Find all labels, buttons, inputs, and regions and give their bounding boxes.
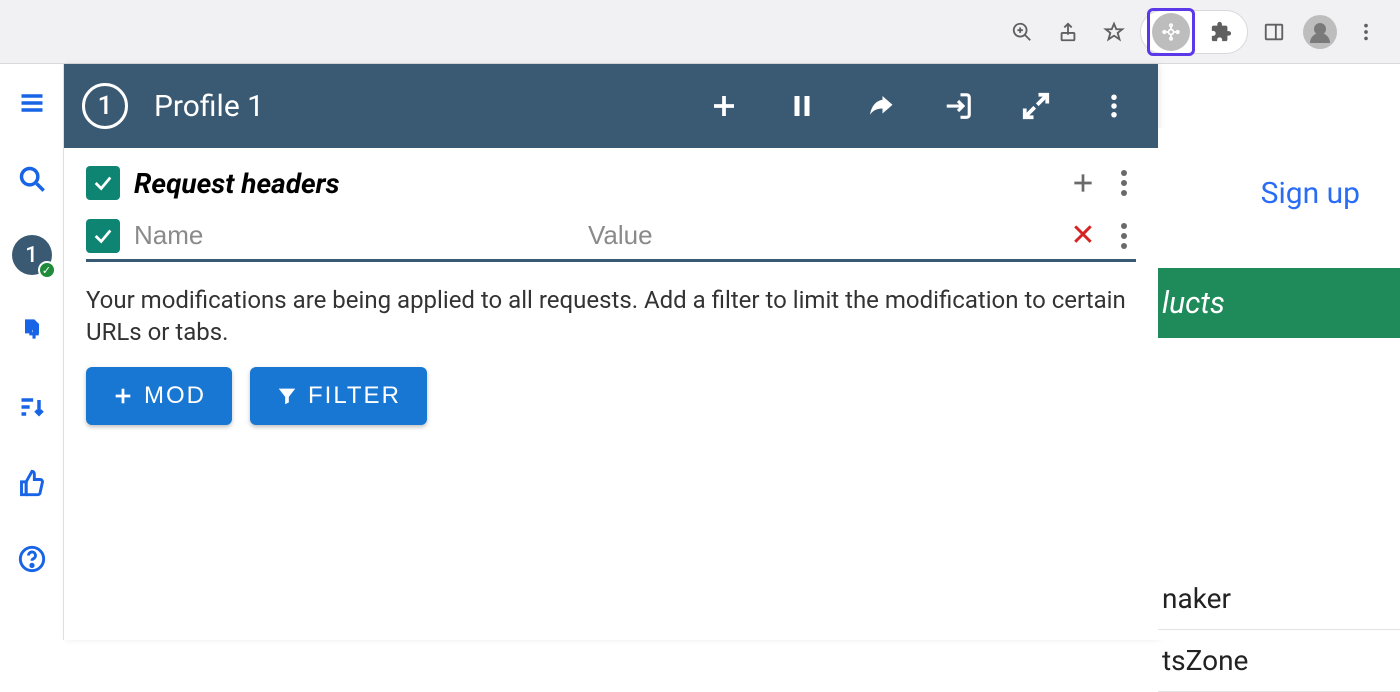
popup-header: 1 Profile 1 bbox=[64, 64, 1158, 148]
row-enable-checkbox[interactable] bbox=[86, 219, 120, 253]
bg-list-item[interactable]: tsZone bbox=[1158, 630, 1400, 692]
section-enable-checkbox[interactable] bbox=[86, 166, 120, 200]
share-arrow-icon[interactable] bbox=[864, 90, 896, 122]
green-banner-text: lucts bbox=[1162, 286, 1225, 321]
background-page: Sign up lucts naker tsZone bbox=[1158, 128, 1400, 640]
share-icon[interactable] bbox=[1048, 12, 1088, 52]
signup-link[interactable]: Sign up bbox=[1261, 176, 1360, 211]
row-more-icon[interactable] bbox=[1112, 223, 1136, 249]
modheader-extension-icon[interactable] bbox=[1152, 13, 1190, 51]
extensions-puzzle-icon[interactable] bbox=[1201, 12, 1241, 52]
plus-icon bbox=[112, 385, 134, 407]
sidebar-profile-number: 1 bbox=[25, 243, 38, 268]
background-list: naker tsZone bbox=[1158, 568, 1400, 692]
section-more-icon[interactable] bbox=[1112, 170, 1136, 196]
sidebar: 1 ✓ bbox=[0, 64, 64, 640]
request-headers-section: Request headers ✕ Your modifications are… bbox=[64, 148, 1158, 425]
header-row: ✕ bbox=[86, 218, 1136, 262]
sidebar-active-profile-badge[interactable]: 1 ✓ bbox=[11, 234, 53, 276]
zoom-in-icon[interactable] bbox=[1002, 12, 1042, 52]
header-actions bbox=[708, 90, 1130, 122]
pause-icon[interactable] bbox=[786, 90, 818, 122]
section-title: Request headers bbox=[134, 167, 1054, 200]
add-icon[interactable] bbox=[708, 90, 740, 122]
import-icon[interactable] bbox=[942, 90, 974, 122]
sidebar-add-file-icon[interactable] bbox=[11, 310, 53, 352]
sidebar-help-icon[interactable] bbox=[11, 538, 53, 580]
filter-button[interactable]: FILTER bbox=[250, 367, 427, 425]
browser-toolbar bbox=[0, 0, 1400, 64]
bg-list-item[interactable]: naker bbox=[1158, 568, 1400, 630]
expand-icon[interactable] bbox=[1020, 90, 1052, 122]
extension-popup: 1 Profile 1 bbox=[64, 64, 1158, 640]
sidebar-thumbs-up-icon[interactable] bbox=[11, 462, 53, 504]
browser-menu-icon[interactable] bbox=[1346, 12, 1386, 52]
header-name-input[interactable] bbox=[134, 220, 574, 251]
sidebar-sort-icon[interactable] bbox=[11, 386, 53, 428]
header-value-input[interactable] bbox=[588, 220, 1054, 251]
filter-button-label: FILTER bbox=[308, 382, 401, 410]
sidebar-search-icon[interactable] bbox=[11, 158, 53, 200]
button-row: MOD FILTER bbox=[86, 367, 1136, 425]
header-more-icon[interactable] bbox=[1098, 90, 1130, 122]
filter-icon bbox=[276, 385, 298, 407]
modheader-extension-highlight bbox=[1147, 8, 1195, 56]
sidebar-profile-check-icon: ✓ bbox=[38, 261, 56, 279]
profile-number-badge[interactable]: 1 bbox=[82, 83, 128, 129]
side-panel-icon[interactable] bbox=[1254, 12, 1294, 52]
profile-number-text: 1 bbox=[98, 91, 113, 121]
background-green-banner: lucts bbox=[1158, 268, 1400, 338]
mod-button[interactable]: MOD bbox=[86, 367, 232, 425]
extension-pill bbox=[1140, 10, 1248, 54]
mod-button-label: MOD bbox=[144, 382, 206, 410]
hint-text: Your modifications are being applied to … bbox=[86, 284, 1136, 349]
bookmark-star-icon[interactable] bbox=[1094, 12, 1134, 52]
profile-title[interactable]: Profile 1 bbox=[154, 89, 682, 124]
profile-avatar-icon[interactable] bbox=[1300, 12, 1340, 52]
delete-row-icon[interactable]: ✕ bbox=[1068, 218, 1098, 253]
section-add-icon[interactable] bbox=[1068, 168, 1098, 198]
sidebar-menu-icon[interactable] bbox=[11, 82, 53, 124]
